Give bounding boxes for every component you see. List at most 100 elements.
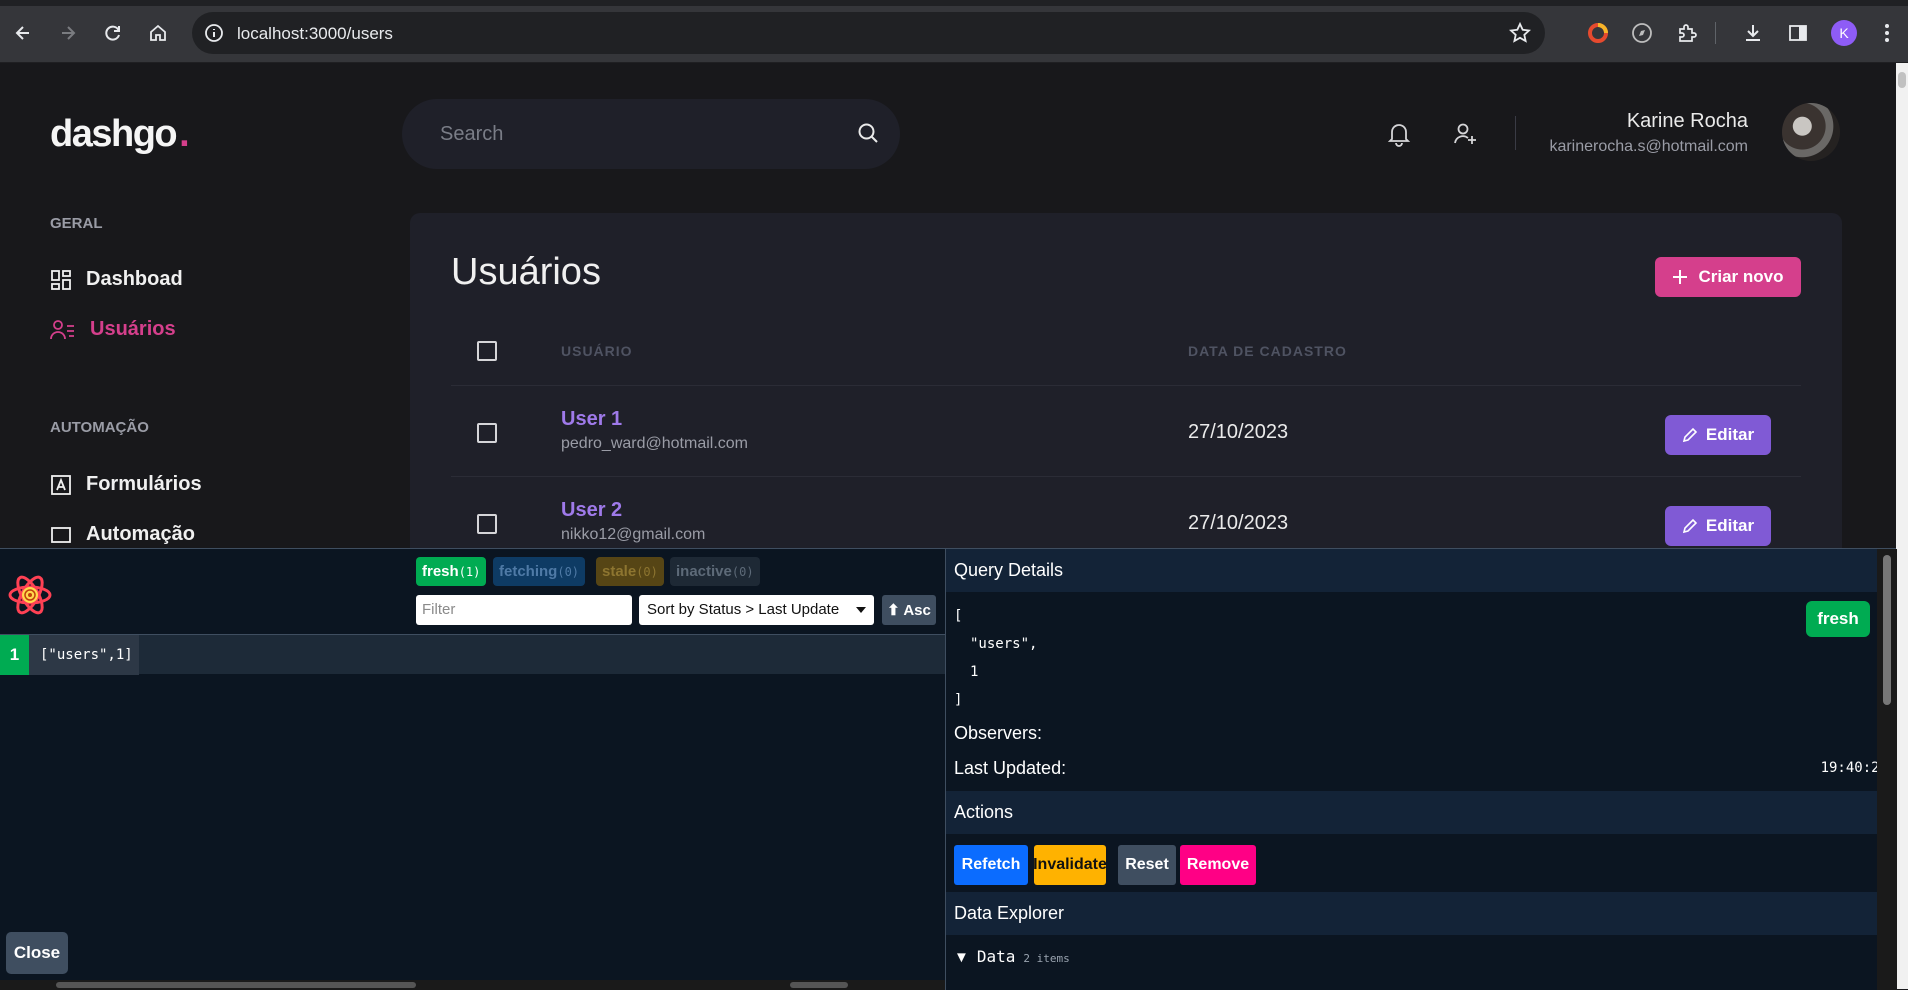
toolbar-divider [1715,22,1716,44]
details-scrollbar[interactable] [1877,549,1897,990]
row-divider [451,476,1801,477]
plus-icon [1673,270,1688,284]
form-icon [51,474,71,495]
page-scrollbar-thumb[interactable] [1898,72,1906,88]
user-row-date: 27/10/2023 [1188,512,1289,534]
query-observer-count: 1 [0,635,29,675]
bookmark-star-icon[interactable] [1508,21,1532,49]
row-divider [451,385,1801,386]
users-list-icon [50,319,74,339]
sort-direction-button[interactable]: ⬆ Asc [882,595,936,625]
nav-section-automacao: AUTOMAÇÃO [50,419,149,436]
query-list-pane: fresh (1) fetching (0) stale (0) inactive (0… [0,549,945,990]
key-line: 1 [970,664,979,680]
sidebar-item-automation[interactable]: Automação [50,523,195,546]
forward-icon[interactable] [55,20,81,46]
sidebar-item-label: Formulários [86,473,202,495]
column-header-date: DATA DE CADASTRO [1188,343,1347,359]
sidebar-item-forms[interactable]: Formulários [50,473,202,496]
devtools-header: fresh (1) fetching (0) stale (0) inactive (0… [0,549,945,635]
status-badge-inactive: inactive (0) [670,557,760,586]
pencil-icon [1682,427,1698,443]
edit-label: Editar [1705,425,1755,444]
bell-icon[interactable] [1385,120,1413,148]
query-key: ["users",1] [29,635,139,675]
data-root-meta: 2 items [1023,952,1070,965]
edit-button[interactable]: Editar [1665,506,1771,546]
column-header-user: USUÁRIO [561,343,633,359]
status-badge-fresh: fresh (1) [416,557,487,586]
search-icon[interactable] [856,121,880,150]
user-name: Karine Rocha [1626,110,1748,132]
data-root-label: Data [976,947,1016,966]
pencil-icon [1682,518,1698,534]
remove-button[interactable]: Remove [1180,845,1256,885]
query-details-title: Query Details [946,549,1877,592]
query-details-pane: Query Details [ "users", 1 ] fresh Obser… [945,549,1897,990]
user-row-date: 27/10/2023 [1188,421,1289,443]
row-checkbox[interactable] [477,423,497,443]
users-panel: Usuários Criar novo USUÁRIO DATA DE CADA… [410,213,1842,548]
extension-compass-icon[interactable] [1629,20,1655,46]
edit-label: Editar [1705,516,1755,535]
react-query-logo-icon[interactable] [6,571,54,624]
select-all-checkbox[interactable] [477,341,497,361]
search-input[interactable]: Search [402,99,900,169]
site-info-icon[interactable] [204,23,224,48]
status-badge-stale: stale (0) [596,557,664,586]
url-text[interactable]: localhost:3000/users [237,24,393,44]
user-email: karinerocha.s@hotmail.com [1549,138,1748,155]
page-scrollbar[interactable] [1896,63,1908,989]
back-icon[interactable] [10,20,36,46]
profile-avatar[interactable]: K [1831,20,1857,46]
home-icon[interactable] [145,20,171,46]
avatar[interactable] [1782,103,1840,161]
chevron-down-icon [856,607,866,613]
close-devtools-button[interactable]: Close [6,932,68,974]
filter-input[interactable]: Filter [416,595,632,625]
invalidate-button[interactable]: Invalidate [1033,845,1107,885]
nav-section-geral: GERAL [50,215,103,232]
create-user-label: Criar novo [1698,267,1784,286]
data-explorer-title: Data Explorer [946,892,1877,935]
key-line: "users", [970,636,1038,652]
row-checkbox[interactable] [477,514,497,534]
logo: dashgo. [50,113,190,155]
automation-icon [51,526,71,543]
data-explorer-root[interactable]: ▼ Data 2 items [954,947,1070,966]
side-panel-icon[interactable] [1785,20,1811,46]
observers-label: Observers: [954,723,1043,743]
tab-strip [0,0,1908,6]
user-row-name[interactable]: User 2 [561,499,622,522]
search-placeholder: Search [440,123,504,145]
react-query-devtools: fresh (1) fetching (0) stale (0) inactive (0… [0,548,1897,990]
address-bar[interactable]: localhost:3000/users [192,12,1545,54]
downloads-icon[interactable] [1740,20,1766,46]
reset-button[interactable]: Reset [1118,845,1176,885]
query-row[interactable]: 1 ["users",1] [0,635,945,675]
dashgo-app: dashgo. Search Karine Rocha karinerocha.… [0,63,1896,548]
user-row-email: nikko12@gmail.com [561,526,706,543]
actions-title: Actions [946,791,1877,834]
last-updated-label: Last Updated: [954,758,1067,778]
create-user-button[interactable]: Criar novo [1655,257,1801,297]
menu-kebab-icon[interactable] [1874,20,1900,46]
sidebar-item-label: Usuários [90,318,176,340]
extensions-puzzle-icon[interactable] [1674,20,1700,46]
sort-select-value: Sort by Status > Last Update [647,601,840,618]
query-status-badge: fresh [1806,601,1870,637]
triangle-down-icon: ▼ [954,949,969,966]
sidebar-item-label: Dashboad [86,268,183,290]
sidebar-item-dashboard[interactable]: Dashboad [50,268,183,291]
edit-button[interactable]: Editar [1665,415,1771,455]
extension-color-icon[interactable] [1585,20,1611,46]
sidebar-item-label: Automação [86,523,195,545]
refetch-button[interactable]: Refetch [954,845,1028,885]
status-badge-fetching: fetching (0) [493,557,586,586]
reload-icon[interactable] [100,20,126,46]
sort-select[interactable]: Sort by Status > Last Update [639,595,874,625]
add-user-icon[interactable] [1451,120,1479,148]
page-title: Usuários [451,251,601,293]
sidebar-item-users[interactable]: Usuários [50,318,176,341]
user-row-name[interactable]: User 1 [561,408,622,431]
